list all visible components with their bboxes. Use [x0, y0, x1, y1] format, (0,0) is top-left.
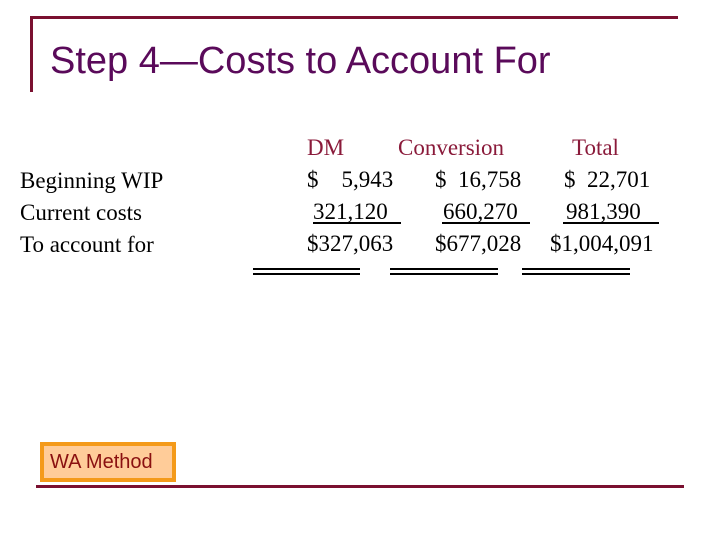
frame-top-rule [30, 16, 678, 19]
dm-total: $327,063 [307, 231, 394, 256]
bottom-rule [36, 485, 684, 488]
row-label-to-account-for: To account for [20, 232, 154, 257]
total-double-underline [522, 268, 630, 275]
row-label-current-costs: Current costs [20, 200, 143, 225]
slide-title: Step 4—Costs to Account For [50, 40, 551, 82]
column-header-conversion: Conversion [398, 135, 505, 160]
conversion-underline [442, 222, 530, 224]
frame-left-rule [30, 16, 33, 92]
conversion-beginning-wip: $ 16,758 [435, 167, 522, 192]
dm-underline [313, 222, 401, 224]
column-header-dm: DM [307, 135, 345, 160]
total-underline [563, 222, 659, 224]
row-labels: Beginning WIP Current costs To account f… [20, 165, 163, 261]
column-header-total: Total [572, 135, 619, 160]
total-total: $1,004,091 [550, 231, 654, 256]
row-label-beginning-wip: Beginning WIP [20, 168, 164, 193]
total-beginning-wip: $ 22,701 [564, 167, 651, 192]
dm-double-underline [253, 268, 360, 275]
wa-method-button[interactable]: WA Method [40, 442, 176, 482]
conversion-total: $677,028 [435, 231, 522, 256]
conversion-double-underline [390, 268, 498, 275]
dm-beginning-wip: $ 5,943 [307, 167, 394, 192]
